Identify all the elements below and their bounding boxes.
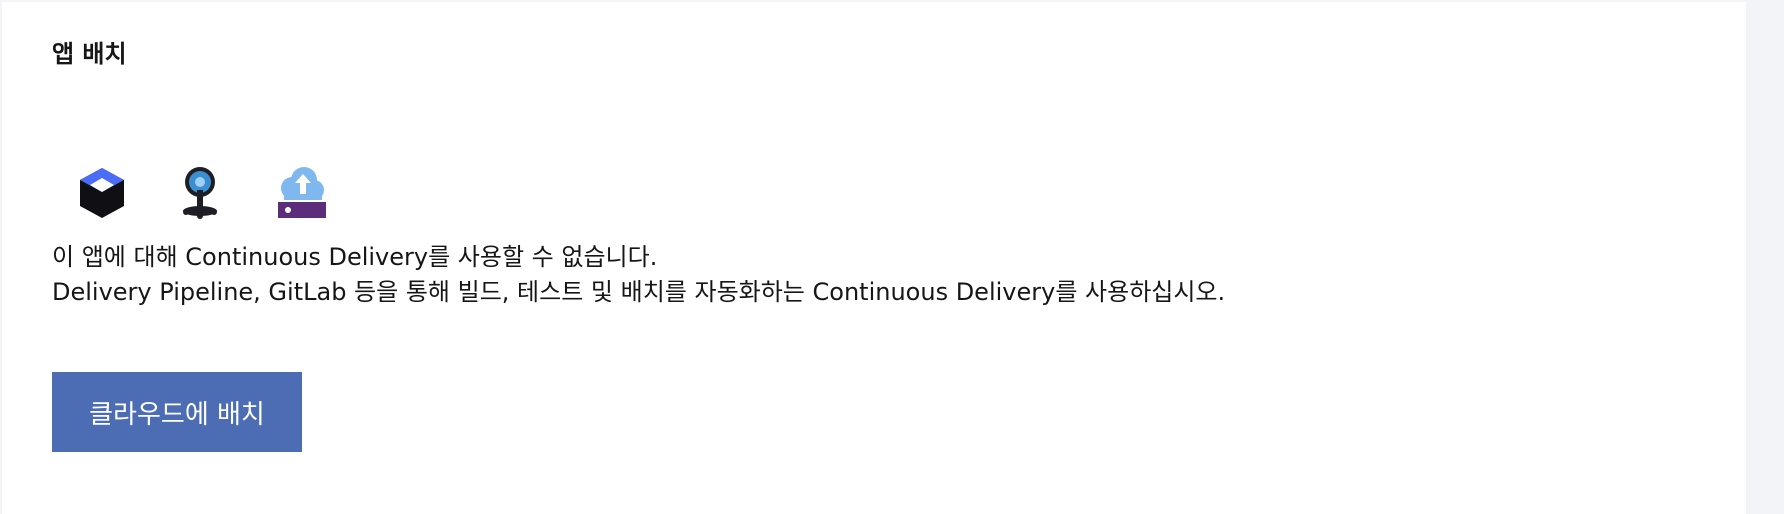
deploy-app-card: 앱 배치 이 앱에 대해 Continuous Delivery를 사용할 수 …	[2, 2, 1746, 514]
deploy-to-cloud-button[interactable]: 클라우드에 배치	[52, 372, 302, 452]
description-line-2: Delivery Pipeline, GitLab 등을 통해 빌드, 테스트 …	[52, 278, 1226, 306]
description: 이 앱에 대해 Continuous Delivery를 사용할 수 없습니다.…	[52, 240, 1225, 310]
cloud-deploy-icon	[274, 164, 326, 220]
gitlab-icon	[174, 164, 226, 220]
section-title: 앱 배치	[52, 40, 127, 68]
delivery-pipeline-icon	[76, 164, 128, 220]
description-line-1: 이 앱에 대해 Continuous Delivery를 사용할 수 없습니다.	[52, 243, 658, 271]
